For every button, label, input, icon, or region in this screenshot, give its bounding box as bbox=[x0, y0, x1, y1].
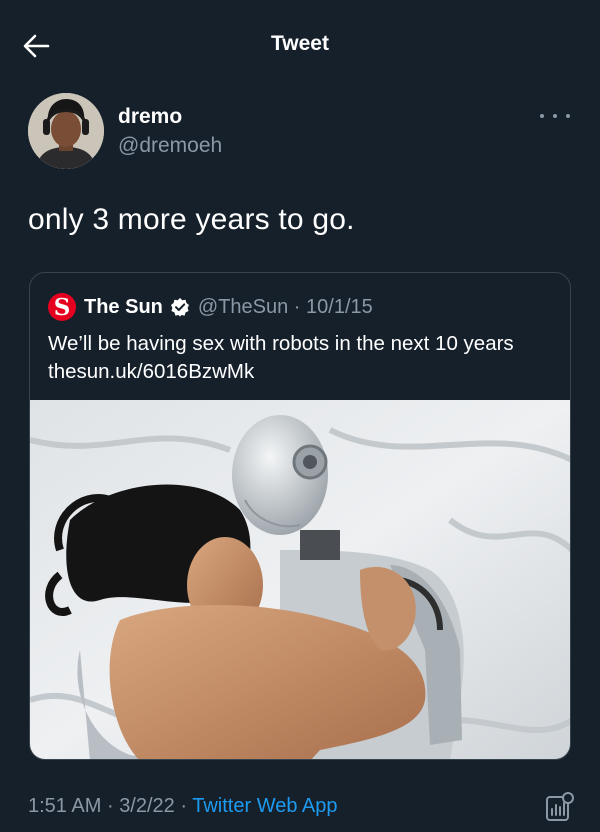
more-dot bbox=[553, 114, 557, 118]
tweet-time: 1:51 AM bbox=[28, 795, 102, 817]
more-options-button[interactable] bbox=[540, 109, 570, 123]
quoted-handle-date: @TheSun · 10/1/15 bbox=[197, 295, 373, 318]
more-horizontal-icon bbox=[540, 114, 544, 118]
tweet-author: dremo @dremoeh bbox=[28, 93, 570, 173]
avatar-image bbox=[28, 93, 104, 169]
separator-dot: · bbox=[106, 795, 114, 817]
quoted-tweet-image[interactable] bbox=[30, 400, 571, 760]
avatar[interactable] bbox=[28, 93, 104, 169]
the-sun-logo-avatar[interactable]: S bbox=[48, 293, 76, 321]
tweet-text: only 3 more years to go. bbox=[28, 203, 355, 236]
quoted-tweet-card[interactable]: S The Sun @TheSun · 10/1/15 We’ll be hav… bbox=[29, 272, 571, 760]
more-dot bbox=[566, 114, 570, 118]
tweet-source-link[interactable]: Twitter Web App bbox=[192, 795, 337, 817]
tweet-date: 3/2/22 bbox=[119, 795, 175, 817]
tweet-page: Tweet dremo @dremoeh only 3 more years t… bbox=[0, 0, 600, 832]
top-bar: Tweet bbox=[0, 0, 600, 92]
tweet-metadata: 1:51 AM · 3/2/22 · Twitter Web App bbox=[28, 795, 338, 818]
quoted-author-name: The Sun bbox=[84, 295, 163, 318]
author-name[interactable]: dremo bbox=[118, 105, 182, 129]
verified-badge-icon bbox=[170, 297, 190, 317]
page-title: Tweet bbox=[271, 32, 329, 55]
separator-dot: · bbox=[180, 795, 188, 817]
quoted-tweet-header: S The Sun @TheSun · 10/1/15 bbox=[48, 293, 373, 321]
author-handle[interactable]: @dremoeh bbox=[118, 134, 222, 158]
quoted-tweet-text: We’ll be having sex with robots in the n… bbox=[48, 332, 514, 383]
view-analytics-button[interactable] bbox=[544, 791, 574, 823]
analytics-icon bbox=[546, 792, 574, 821]
